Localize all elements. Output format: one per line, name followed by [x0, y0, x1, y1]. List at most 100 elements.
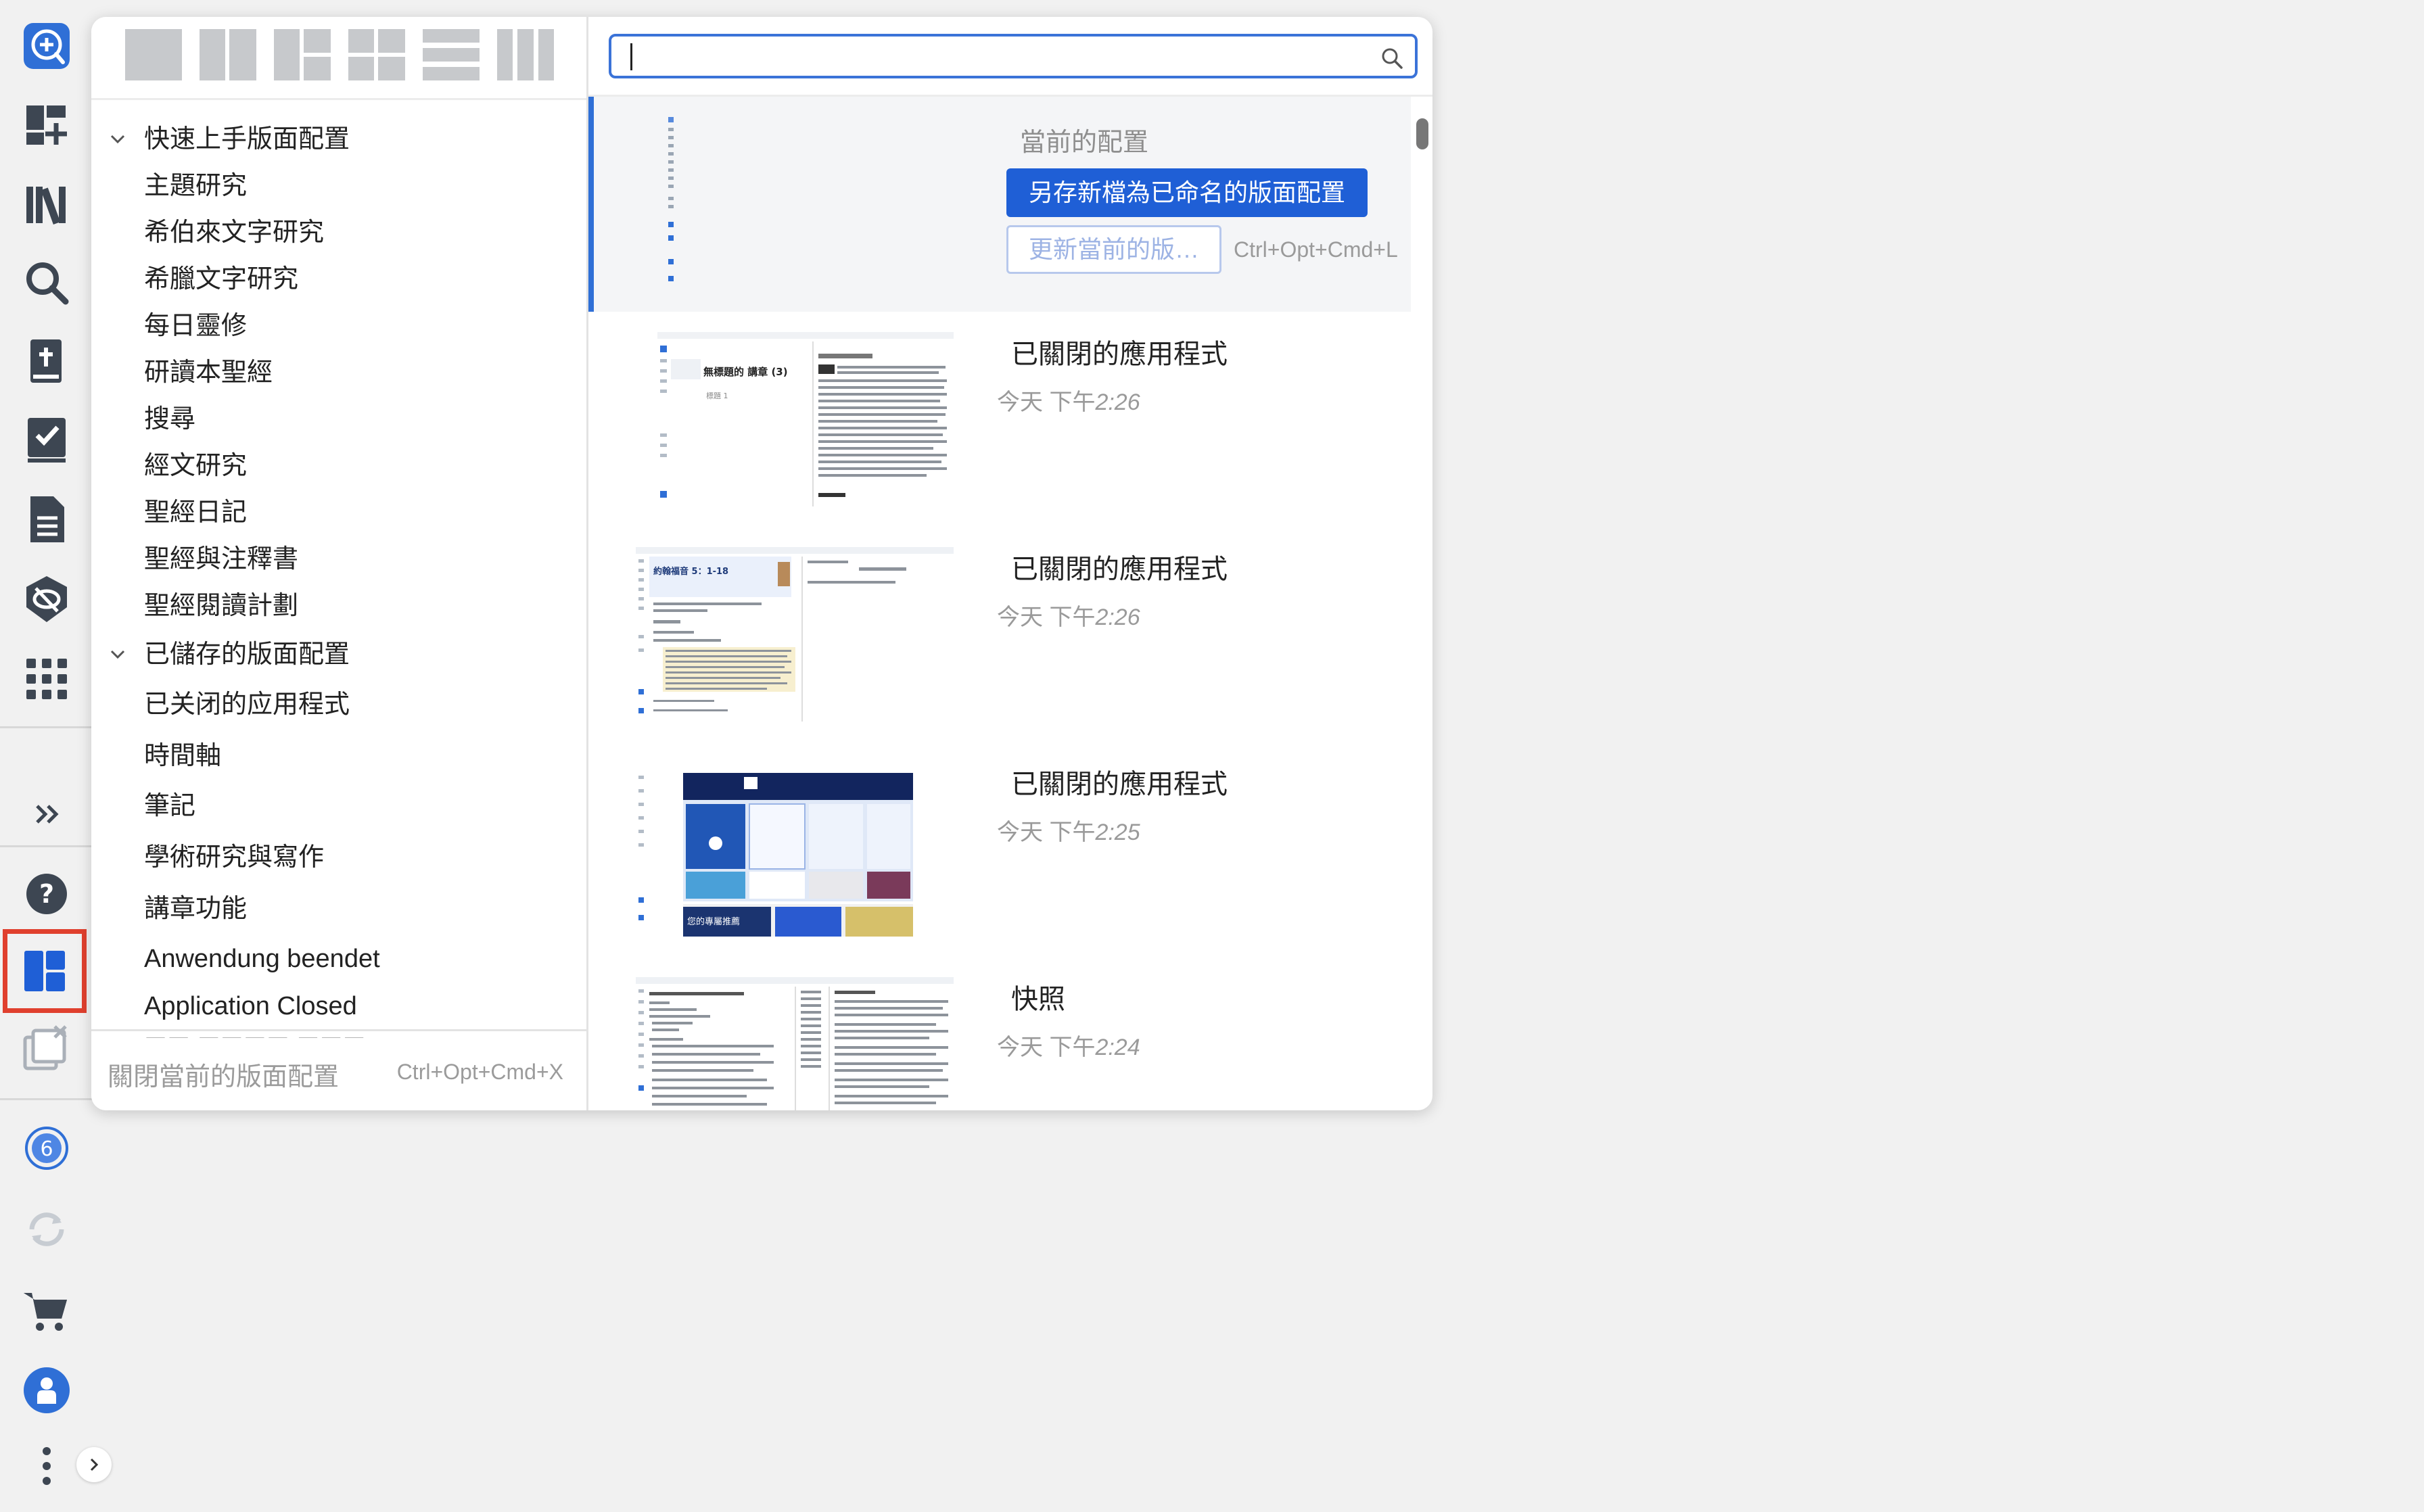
- layouts-list-pane: 當前的配置 另存新檔為已命名的版面配置 更新當前的版… Ctrl+Opt+Cmd…: [588, 17, 1432, 1110]
- layout-thumbnail: 無標題的 講章 (3) 標題 1: [636, 332, 954, 506]
- tasks-icon[interactable]: [17, 410, 76, 469]
- saved-layout-title: 已關閉的應用程式: [1011, 554, 1228, 584]
- saved-layout-time: 今天 下午2:26: [997, 383, 1140, 417]
- layout-thumbnail: 約翰福音 5：1-18: [636, 547, 954, 722]
- more-icon[interactable]: [17, 1436, 76, 1496]
- thumbnail-heading: 約翰福音 5：1-18: [653, 566, 728, 577]
- tree-item[interactable]: Application Closed: [144, 985, 357, 1027]
- tree-item[interactable]: 聖經閱讀計劃: [144, 585, 298, 627]
- rail-divider: [0, 1098, 93, 1100]
- tree-item[interactable]: 學術研究與寫作: [144, 836, 324, 878]
- layout-search-input[interactable]: [609, 34, 1418, 78]
- layout-thumbnail: 您的專屬推薦: [636, 762, 954, 937]
- expand-icon[interactable]: [17, 784, 76, 844]
- save-as-named-layout-button[interactable]: 另存新檔為已命名的版面配置: [1006, 168, 1368, 217]
- time-day: 今天 下午: [997, 389, 1096, 415]
- thumbnail-banner-text: 您的專屬推薦: [687, 916, 740, 927]
- time-value: 2:26: [1095, 389, 1140, 415]
- time-day: 今天 下午: [997, 605, 1096, 630]
- chevron-right-icon: [90, 1458, 99, 1471]
- tree-item[interactable]: 筆記: [144, 785, 195, 827]
- single-pane-icon[interactable]: [125, 29, 182, 80]
- time-day: 今天 下午: [997, 1035, 1096, 1060]
- tree-item[interactable]: 搜尋: [144, 398, 195, 440]
- cart-icon[interactable]: [17, 1281, 76, 1340]
- tree-item[interactable]: 經文研究: [144, 445, 247, 487]
- chevron-down-icon[interactable]: [106, 634, 129, 676]
- divider: [91, 98, 586, 100]
- update-current-layout-button[interactable]: 更新當前的版…: [1006, 225, 1221, 274]
- shortcut-label: Ctrl+Opt+Cmd+L: [1234, 237, 1398, 262]
- time-day: 今天 下午: [997, 820, 1096, 845]
- layouts-list: 當前的配置 另存新檔為已命名的版面配置 更新當前的版… Ctrl+Opt+Cmd…: [588, 95, 1432, 1110]
- tree-item[interactable]: 聖經與注釋書: [144, 538, 298, 580]
- time-value: 2:25: [1095, 820, 1140, 845]
- two-column-icon[interactable]: [200, 29, 256, 80]
- layout-thumbnail: [636, 977, 954, 1110]
- search-icon: [1382, 48, 1403, 69]
- thumbnail-heading: 無標題的 講章 (3): [703, 366, 788, 378]
- tree-item[interactable]: 聖經日記: [144, 492, 247, 534]
- sidebar-rail: ? 6: [0, 0, 93, 1512]
- document-icon[interactable]: [17, 490, 76, 549]
- help-icon[interactable]: ?: [17, 864, 76, 924]
- current-layout-row: 當前的配置 另存新檔為已命名的版面配置 更新當前的版… Ctrl+Opt+Cmd…: [588, 97, 1411, 312]
- tree-item[interactable]: 主題研究: [144, 165, 247, 207]
- svg-text:?: ?: [39, 879, 54, 909]
- tree-item[interactable]: Anwendung beendet: [144, 938, 380, 980]
- saved-layout-row[interactable]: 無標題的 講章 (3) 標題 1 已關閉的應用程式 今天 下午2:26: [588, 312, 1411, 527]
- saved-layout-row[interactable]: 快照 今天 下午2:24: [588, 957, 1411, 1110]
- saved-layout-time: 今天 下午2:25: [997, 813, 1140, 847]
- time-value: 2:24: [1095, 1035, 1140, 1060]
- saved-layout-title: 已關閉的應用程式: [1011, 339, 1228, 369]
- rows-icon[interactable]: [423, 29, 480, 80]
- saved-layout-title: 快照: [1011, 985, 1065, 1014]
- time-value: 2:26: [1095, 605, 1140, 630]
- three-column-icon[interactable]: [497, 29, 554, 80]
- notifications-icon[interactable]: 6: [17, 1118, 76, 1178]
- shortcut-label: Ctrl+Opt+Cmd+X: [396, 1060, 563, 1084]
- tree-item[interactable]: 時間軸: [144, 735, 221, 777]
- logos-logo-icon[interactable]: [17, 16, 76, 76]
- chevron-down-icon[interactable]: [106, 118, 129, 160]
- tree-item[interactable]: 研讀本聖經: [144, 352, 273, 394]
- library-icon[interactable]: [17, 174, 76, 234]
- layout-preset-toolbar: [125, 29, 554, 83]
- saved-layout-time: 今天 下午2:26: [997, 598, 1140, 632]
- current-layout-label: 當前的配置: [1020, 128, 1149, 157]
- closed-windows-icon[interactable]: [17, 1020, 76, 1079]
- tree-footer: 關閉當前的版面配置 Ctrl+Opt+Cmd+X: [91, 1029, 586, 1110]
- account-icon[interactable]: [17, 1361, 76, 1420]
- apps-grid-icon[interactable]: [17, 649, 76, 709]
- tree-item[interactable]: 已关闭的应用程式: [144, 684, 350, 726]
- bible-add-icon[interactable]: [17, 331, 76, 391]
- tree-item[interactable]: 講章功能: [144, 888, 247, 930]
- tree-group-saved[interactable]: 已儲存的版面配置: [144, 634, 350, 676]
- sync-icon[interactable]: [17, 1200, 76, 1259]
- saved-layout-row[interactable]: 您的專屬推薦 已關閉的應用程式 今天 下午2:25: [588, 742, 1411, 957]
- current-layout-thumbnail: [668, 117, 674, 281]
- search-icon[interactable]: [17, 253, 76, 312]
- list-scrollbar[interactable]: [1416, 118, 1428, 149]
- tree-item[interactable]: 希伯來文字研究: [144, 212, 324, 254]
- text-caret: [630, 43, 632, 70]
- hide-icon[interactable]: [17, 569, 76, 629]
- layouts-panel: 快速上手版面配置 主題研究 希伯來文字研究 希臘文字研究 每日靈修 研讀本聖經 …: [91, 17, 1432, 1110]
- collapse-sidebar-button[interactable]: [76, 1447, 112, 1482]
- layouts-tree: 快速上手版面配置 主題研究 希伯來文字研究 希臘文字研究 每日靈修 研讀本聖經 …: [91, 105, 586, 1038]
- saved-layout-title: 已關閉的應用程式: [1011, 770, 1228, 799]
- dashboard-add-icon[interactable]: [17, 95, 76, 154]
- tree-group-quickstart[interactable]: 快速上手版面配置: [144, 118, 350, 160]
- rail-divider: [0, 845, 93, 847]
- notification-count: 6: [40, 1137, 53, 1161]
- layouts-icon[interactable]: [3, 929, 87, 1013]
- three-pane-icon[interactable]: [274, 29, 331, 80]
- close-current-layout-button[interactable]: 關閉當前的版面配置: [108, 1056, 339, 1093]
- saved-layout-row[interactable]: 約翰福音 5：1-18 已關閉的應用程式 今天 下午2:26: [588, 527, 1411, 742]
- layouts-tree-pane: 快速上手版面配置 主題研究 希伯來文字研究 希臘文字研究 每日靈修 研讀本聖經 …: [91, 17, 588, 1110]
- thumbnail-subheading: 標題 1: [706, 391, 728, 400]
- tree-item[interactable]: 希臘文字研究: [144, 258, 298, 300]
- four-pane-icon[interactable]: [348, 29, 405, 80]
- tree-item[interactable]: 每日靈修: [144, 305, 247, 347]
- saved-layout-time: 今天 下午2:24: [997, 1029, 1140, 1062]
